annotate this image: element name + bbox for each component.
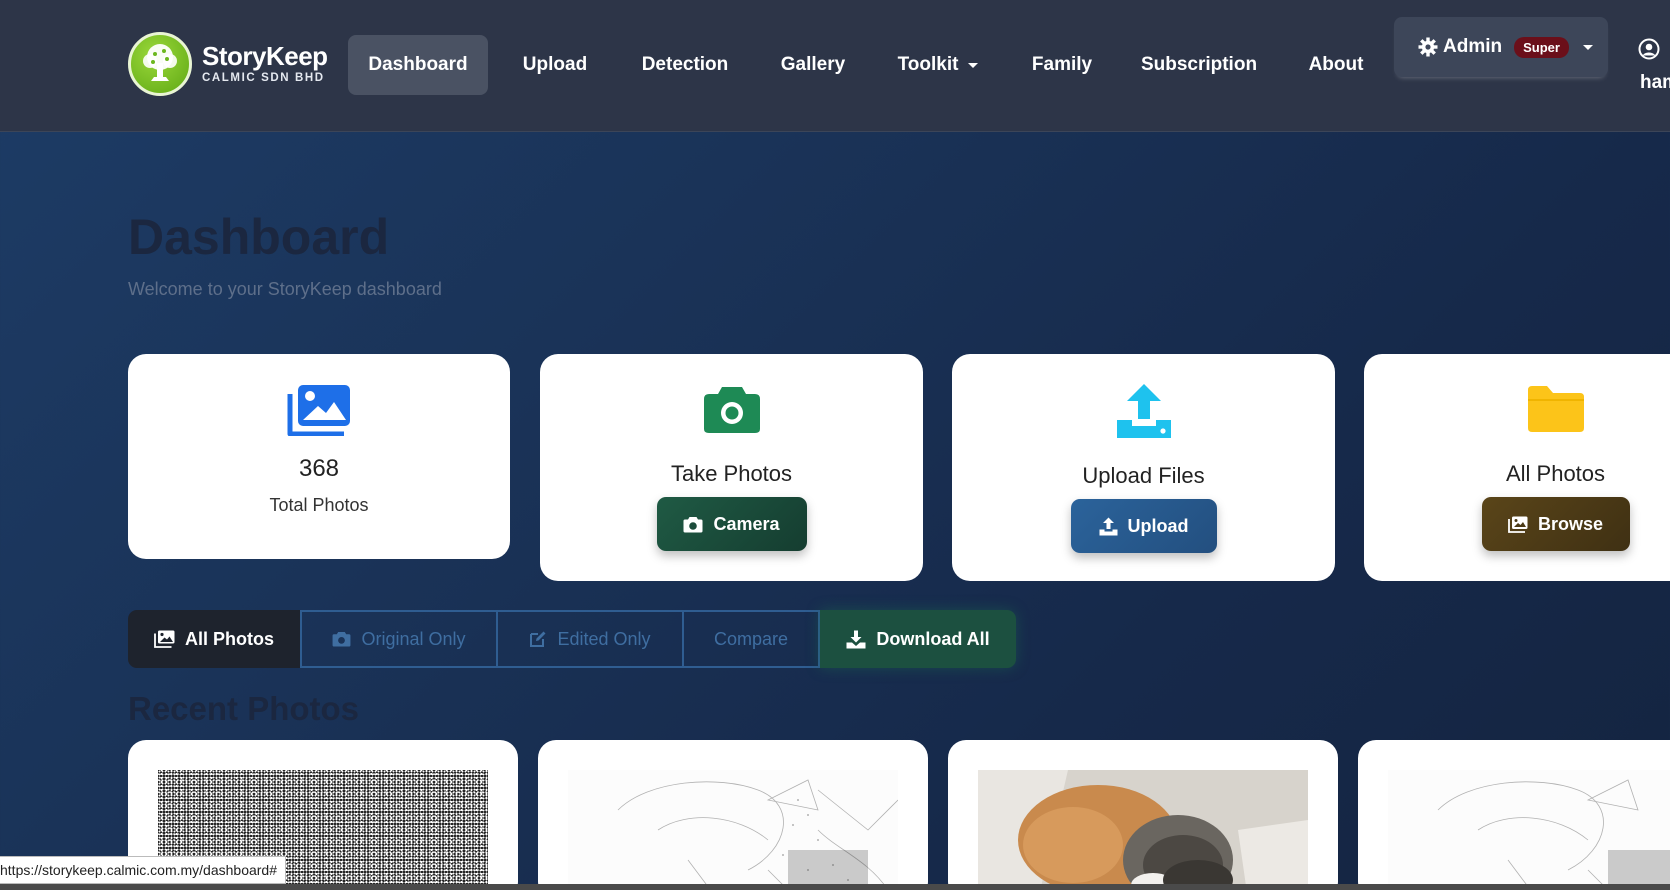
images-icon xyxy=(1508,516,1528,533)
browser-status-bar: https://storykeep.calmic.com.my/dashboar… xyxy=(0,856,287,884)
download-icon xyxy=(846,630,866,648)
status-url: https://storykeep.calmic.com.my/dashboar… xyxy=(0,862,278,878)
total-photos-count: 368 xyxy=(298,455,340,482)
recent-photos-title: Recent Photos xyxy=(128,690,360,727)
photo-filter-bar: All Photos Original Only Edited Only Com… xyxy=(128,610,1016,668)
images-icon xyxy=(286,384,352,441)
user-menu[interactable] xyxy=(1638,38,1660,65)
brand-subtitle: CALMIC SDN BHD xyxy=(202,72,325,85)
user-circle-icon xyxy=(1638,38,1660,60)
nav-about[interactable]: About xyxy=(1296,35,1376,95)
card-all-photos: All Photos Browse xyxy=(1364,354,1670,581)
upload-files-title: Upload Files xyxy=(1082,463,1205,488)
nav-label: Detection xyxy=(641,54,729,75)
photo-thumbnail[interactable] xyxy=(1388,770,1670,890)
nav-gallery[interactable]: Gallery xyxy=(768,35,858,95)
brand-name: StoryKeep xyxy=(202,41,328,72)
filter-label: Compare xyxy=(713,628,789,649)
super-badge: Super xyxy=(1514,36,1569,58)
camera-button[interactable]: Camera xyxy=(656,497,807,551)
tree-logo-icon xyxy=(128,32,192,96)
all-photos-title: All Photos xyxy=(1505,461,1606,486)
stat-card-total-photos: 368 Total Photos xyxy=(128,354,510,559)
camera-icon xyxy=(333,631,351,647)
take-photos-title: Take Photos xyxy=(670,461,793,486)
filter-label: Download All xyxy=(876,628,990,649)
nav-detection[interactable]: Detection xyxy=(628,35,742,95)
brand-logo[interactable]: StoryKeep CALMIC SDN BHD xyxy=(128,32,328,96)
card-take-photos: Take Photos Camera xyxy=(540,354,923,581)
admin-dropdown[interactable]: Admin Super xyxy=(1394,17,1608,77)
page-subtitle: Welcome to your StoryKeep dashboard xyxy=(128,279,442,299)
filter-label: Edited Only xyxy=(557,628,651,649)
nav-label: Dashboard xyxy=(368,54,468,75)
photo-thumbnail[interactable] xyxy=(568,770,899,890)
filter-original-only[interactable]: Original Only xyxy=(300,610,498,668)
caret-down-icon xyxy=(1582,44,1593,50)
top-navbar: StoryKeep CALMIC SDN BHD Dashboard Uploa… xyxy=(0,0,1670,132)
upload-button[interactable]: Upload xyxy=(1070,499,1217,553)
browse-button[interactable]: Browse xyxy=(1481,497,1630,551)
nav-upload[interactable]: Upload xyxy=(508,35,602,95)
caret-down-icon xyxy=(968,62,979,68)
filter-label: Original Only xyxy=(361,628,466,649)
total-photos-label: Total Photos xyxy=(269,495,369,515)
nav-label: Upload xyxy=(522,54,588,75)
nav-label: Gallery xyxy=(780,54,846,75)
admin-label: Admin xyxy=(1443,36,1503,57)
download-all-button[interactable]: Download All xyxy=(820,610,1016,668)
nav-dashboard[interactable]: Dashboard xyxy=(348,35,488,95)
nav-family[interactable]: Family xyxy=(1018,35,1106,95)
edit-icon xyxy=(530,631,546,647)
images-icon xyxy=(154,630,175,648)
gear-icon xyxy=(1418,37,1438,57)
camera-button-label: Camera xyxy=(713,513,780,534)
photo-card[interactable] xyxy=(1358,740,1670,890)
photo-card[interactable] xyxy=(948,740,1338,890)
filter-label: All Photos xyxy=(185,628,274,649)
upload-icon xyxy=(1115,382,1173,445)
camera-icon xyxy=(683,516,703,532)
nav-subscription[interactable]: Subscription xyxy=(1134,35,1264,95)
upload-button-label: Upload xyxy=(1127,515,1189,536)
filter-compare[interactable]: Compare xyxy=(684,610,820,668)
bottom-scrollbar xyxy=(0,884,1670,890)
upload-icon xyxy=(1099,517,1117,535)
browse-button-label: Browse xyxy=(1537,513,1604,534)
nav-label: Family xyxy=(1031,54,1093,75)
camera-icon xyxy=(703,384,761,439)
card-upload-files: Upload Files Upload xyxy=(952,354,1335,581)
page-title: Dashboard xyxy=(128,209,390,265)
user-name[interactable]: ham xyxy=(1640,72,1670,94)
nav-toolkit[interactable]: Toolkit xyxy=(882,35,994,95)
filter-all-photos[interactable]: All Photos xyxy=(128,610,300,668)
folder-icon xyxy=(1527,384,1585,439)
nav-label: About xyxy=(1308,54,1364,75)
photo-card[interactable] xyxy=(538,740,928,890)
nav-label: Toolkit xyxy=(897,54,959,75)
photo-thumbnail[interactable] xyxy=(978,770,1308,890)
nav-label: Subscription xyxy=(1140,54,1258,75)
filter-edited-only[interactable]: Edited Only xyxy=(498,610,684,668)
